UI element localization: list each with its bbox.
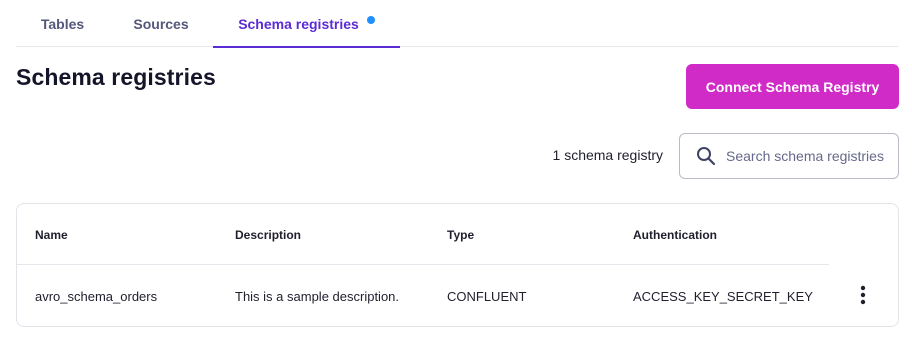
- tab-tables[interactable]: Tables: [16, 0, 109, 47]
- cell-name: avro_schema_orders: [35, 289, 158, 304]
- search-icon: [696, 146, 716, 166]
- tab-schema-registries[interactable]: Schema registries: [213, 0, 400, 48]
- cell-authentication: ACCESS_KEY_SECRET_KEY: [633, 289, 813, 304]
- connect-schema-registry-button[interactable]: Connect Schema Registry: [686, 64, 899, 109]
- search-input[interactable]: [726, 148, 896, 164]
- page-title: Schema registries: [16, 64, 216, 90]
- tab-bar: Tables Sources Schema registries: [16, 0, 898, 48]
- tab-status-dot: [366, 15, 375, 24]
- tab-sources[interactable]: Sources: [109, 0, 213, 47]
- tab-label: Sources: [133, 15, 189, 32]
- table-row[interactable]: avro_schema_orders This is a sample desc…: [17, 266, 829, 327]
- column-header-name: Name: [35, 227, 68, 242]
- cell-description: This is a sample description.: [235, 289, 400, 304]
- column-header-description: Description: [235, 227, 302, 242]
- registry-count: 1 schema registry: [552, 147, 663, 163]
- tab-label: Tables: [40, 15, 85, 32]
- search-box[interactable]: [679, 133, 899, 179]
- column-header-authentication: Authentication: [633, 227, 717, 242]
- cell-type: CONFLUENT: [447, 289, 527, 304]
- more-vertical-icon[interactable]: [853, 280, 873, 310]
- table-header-row: Name Description Type Authentication: [17, 204, 829, 265]
- column-header-type: Type: [447, 227, 475, 242]
- registries-table: Name Description Type Authentication avr…: [16, 203, 899, 327]
- tab-label: Schema registries: [238, 15, 359, 32]
